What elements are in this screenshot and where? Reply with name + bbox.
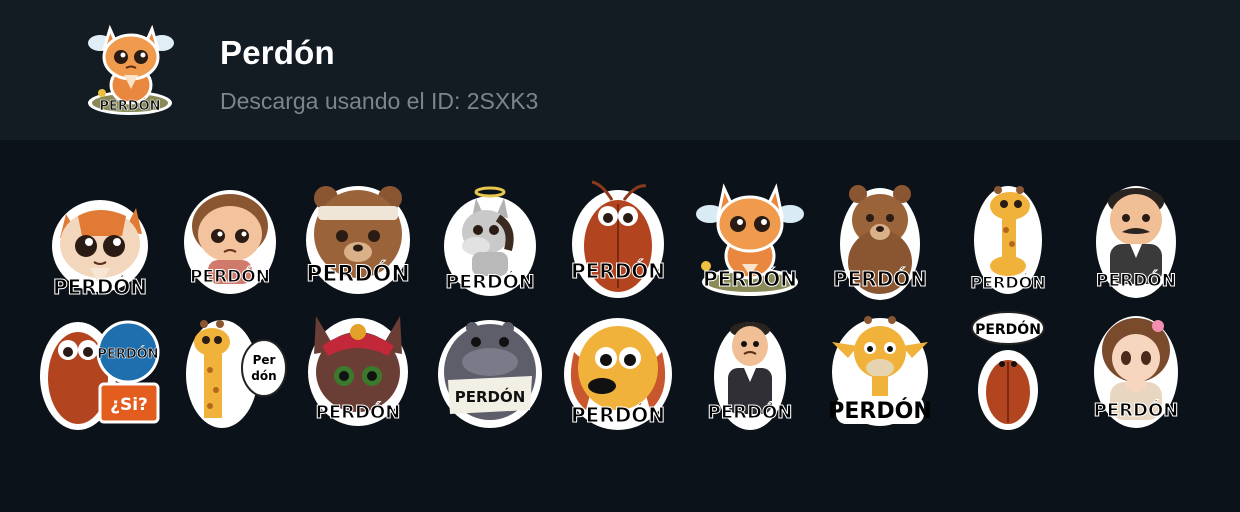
sticker-caption-secondary: dón xyxy=(251,369,276,383)
hippo-holding-sign-icon: PERDÓN xyxy=(438,320,542,428)
sticker-caption: PERDÓN xyxy=(306,261,409,287)
thumb-caption: PERDÓN xyxy=(99,98,160,114)
cat-with-turban-icon: PERDÓN xyxy=(308,316,408,426)
sticker-caption: PERDÓN xyxy=(703,267,797,291)
man-in-suit-icon: PERDÓN xyxy=(707,322,793,430)
sticker-item[interactable]: PERDÓN xyxy=(688,312,812,436)
sticker-item[interactable]: PERDÓN xyxy=(688,178,812,302)
sticker-item[interactable]: PERDÓN xyxy=(556,180,680,304)
sticker-item[interactable]: PERDÓN xyxy=(296,178,420,302)
sad-boy-icon: PERDÓN xyxy=(184,190,276,294)
sticker-caption-secondary: ¿Si? xyxy=(110,395,148,415)
sticker-grid: PERDÓN PERDÓN PERDÓN PERDÓN PERDÓN PERDÓ… xyxy=(0,140,1240,512)
small-giraffe-icon: PERDÓN xyxy=(970,186,1046,294)
sticker-caption: PERDÓN xyxy=(1096,269,1176,291)
sticker-item[interactable]: PERDÓN ¿Si? xyxy=(38,310,162,434)
sticker-caption: PERDÓN xyxy=(53,275,147,299)
sticker-item[interactable]: PERDÓN xyxy=(556,312,680,436)
sticker-caption: PERDÓN xyxy=(571,403,665,427)
cockroach-with-signs-icon: PERDÓN ¿Si? xyxy=(40,320,160,430)
sticker-caption: PERDÓN xyxy=(970,273,1045,292)
sticker-item[interactable]: PERDÓN xyxy=(296,310,420,434)
cockroach-speech-bubble-icon: PERDÓN xyxy=(971,311,1045,430)
pack-download-id: Descarga usando el ID: 2SXK3 xyxy=(220,88,539,114)
sticker-item[interactable]: PERDÓN xyxy=(168,180,292,304)
sticker-item[interactable]: PERDÓN xyxy=(818,180,942,304)
sticker-item[interactable]: PERDÓN xyxy=(1074,178,1198,302)
sticker-item[interactable]: Per dón xyxy=(168,310,292,434)
sticker-caption: PERDÓN xyxy=(1094,399,1179,421)
sticker-caption: PERDÓN xyxy=(975,320,1041,338)
sticker-caption: Per xyxy=(253,353,276,367)
mustache-man-praying-icon: PERDÓN xyxy=(1096,186,1176,298)
giraffe-head-icon: PERDÓN xyxy=(828,316,932,426)
sticker-caption: PERDÓN xyxy=(445,269,534,293)
crying-cat-praying-icon: PERDÓN xyxy=(88,24,174,115)
orange-cat-praying-icon: PERDÓN xyxy=(52,200,148,300)
pack-title: Perdón xyxy=(220,34,335,71)
sticker-item[interactable]: PERDÓN xyxy=(38,186,162,310)
sticker-item[interactable]: PERDÓN xyxy=(946,310,1070,434)
pack-header: PERDÓN Perdón Descarga usando el ID: 2SX… xyxy=(0,0,1240,140)
pack-thumbnail: PERDÓN xyxy=(80,17,180,121)
sticker-caption: PERDÓN xyxy=(455,387,526,406)
sticker-caption: PERDÓN xyxy=(190,265,270,287)
sticker-caption: PERDÓN xyxy=(828,398,931,424)
sticker-item[interactable]: PERDÓN xyxy=(946,180,1070,304)
sticker-caption: PERDÓN xyxy=(571,259,665,283)
crying-cat-praying-icon: PERDÓN xyxy=(696,183,804,296)
anime-girl-praying-icon: PERDÓN xyxy=(1093,316,1179,428)
sticker-caption: PERDÓN xyxy=(97,346,158,362)
sticker-caption: PERDÓN xyxy=(708,401,793,423)
sticker-item[interactable]: PERDÓN xyxy=(818,310,942,434)
bear-with-bandage-icon: PERDÓN xyxy=(306,186,410,294)
donkey-with-halo-icon: PERDÓN xyxy=(444,186,536,296)
giraffe-speech-bubble-icon: Per dón xyxy=(186,320,287,428)
sticker-caption: PERDÓN xyxy=(833,267,927,291)
sticker-item[interactable]: PERDÓN xyxy=(428,180,552,304)
sad-dog-icon: PERDÓN xyxy=(564,318,672,430)
sticker-caption: PERDÓN xyxy=(316,401,401,423)
cockroach-icon: PERDÓN xyxy=(570,180,666,298)
sticker-item[interactable]: PERDÓN xyxy=(1074,310,1198,434)
brown-bear-icon: PERDÓN xyxy=(832,185,928,300)
sticker-item[interactable]: PERDÓN xyxy=(428,314,552,438)
